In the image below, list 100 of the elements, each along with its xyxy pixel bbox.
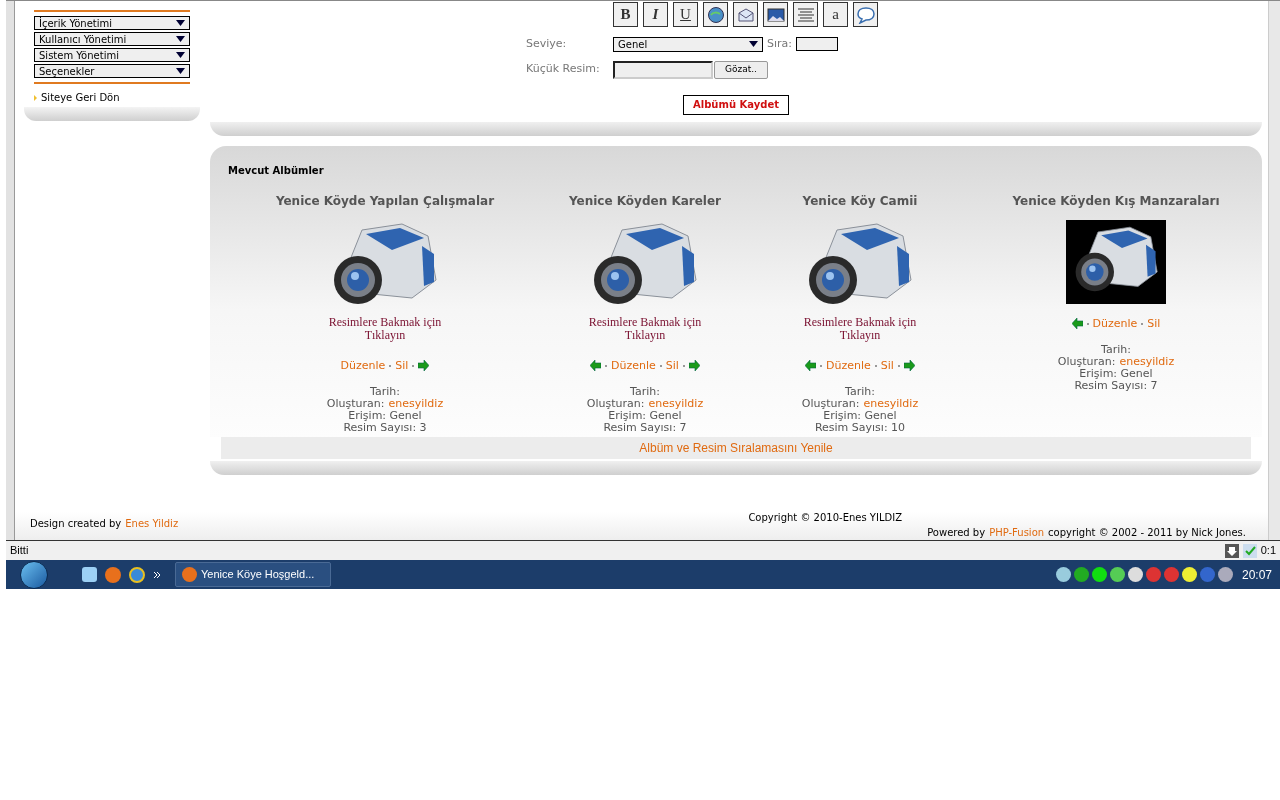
taskbar-window-button[interactable]: Yenice Köye Hoşgeld...	[175, 562, 331, 587]
edit-link[interactable]: Düzenle	[611, 357, 656, 374]
order-input[interactable]	[796, 37, 838, 52]
caret-icon	[749, 41, 758, 48]
envelope-icon	[736, 6, 755, 23]
menu-dropdown[interactable]: Kullanıcı Yönetimi	[34, 32, 190, 46]
access-text: Erişim: Genel	[823, 410, 897, 422]
date-label: Tarih:	[845, 386, 875, 398]
tray-icon[interactable]	[1181, 567, 1197, 582]
delete-link[interactable]: Sil	[665, 357, 679, 374]
author-label: Oluşturan:	[801, 398, 860, 410]
toolbar-button[interactable]	[763, 2, 788, 27]
browser-icon[interactable]	[105, 566, 121, 583]
left-arrow-icon[interactable]	[1071, 318, 1083, 330]
author-link[interactable]: enesyildiz	[388, 398, 444, 410]
left-arrow-icon[interactable]	[590, 360, 602, 372]
date-label: Tarih:	[1101, 344, 1131, 356]
globe-icon[interactable]	[129, 566, 145, 583]
date-label: Tarih:	[370, 386, 400, 398]
author-link[interactable]: enesyildiz	[1119, 356, 1175, 368]
access-text: Erişim: Genel	[608, 410, 682, 422]
view-pictures-link[interactable]: Resimlere Bakmak için Tıklayın	[800, 315, 920, 342]
author-label: Oluşturan:	[1057, 356, 1116, 368]
copyright-text: Copyright © 2010-Enes YILDIZ	[748, 511, 902, 525]
tray-icon[interactable]	[1127, 567, 1143, 582]
tray-icon[interactable]	[1073, 567, 1089, 582]
album-thumbnail[interactable]	[1066, 219, 1166, 304]
order-label: Sıra:	[767, 36, 792, 52]
format-button[interactable]: I	[643, 2, 668, 27]
level-label: Seviye:	[526, 36, 568, 52]
picture-icon	[766, 7, 785, 22]
access-text: Erişim: Genel	[348, 410, 422, 422]
browser-icon	[182, 567, 197, 582]
speech-bubble-icon	[855, 5, 876, 24]
edit-link[interactable]: Düzenle	[1092, 315, 1138, 332]
file-input[interactable]	[613, 60, 713, 79]
bullet-icon	[34, 94, 37, 101]
save-album-button[interactable]: Albümü Kaydet	[683, 94, 789, 115]
toolbar-button[interactable]	[703, 2, 728, 27]
panel-title: Mevcut Albümler	[228, 163, 325, 178]
picture-count: Resim Sayısı: 7	[603, 422, 687, 434]
level-select[interactable]: Genel	[613, 36, 763, 52]
author-label: Oluşturan:	[586, 398, 645, 410]
album-title: Yenice Köyden Kareler	[568, 192, 721, 210]
chevron-icon[interactable]	[153, 570, 161, 579]
thumbnail-label: Küçük Resim:	[526, 60, 601, 77]
browse-button[interactable]: Gözat..	[714, 60, 768, 79]
album-title: Yenice Köyden Kış Manzaraları	[1012, 192, 1220, 210]
tray-icon[interactable]	[1091, 567, 1107, 582]
taskbar-clock: 20:07	[1241, 566, 1272, 584]
right-arrow-icon[interactable]	[418, 360, 430, 372]
left-arrow-icon[interactable]	[805, 360, 817, 372]
powered-by-text: Powered by	[927, 526, 986, 540]
caret-icon	[176, 68, 185, 74]
start-button[interactable]	[20, 560, 48, 589]
menu-dropdown[interactable]: Seçenekler	[34, 64, 190, 78]
back-to-site-link[interactable]: Siteye Geri Dön	[41, 90, 120, 105]
album-title: Yenice Köyde Yapılan Çalışmalar	[275, 192, 495, 210]
picture-count: Resim Sayısı: 3	[343, 422, 427, 434]
view-pictures-link[interactable]: Resimlere Bakmak için Tıklayın	[325, 315, 445, 342]
author-link[interactable]: enesyildiz	[863, 398, 919, 410]
edit-link[interactable]: Düzenle	[340, 357, 386, 374]
tray-icon[interactable]	[1217, 567, 1233, 582]
toolbar-button[interactable]	[853, 2, 878, 27]
design-credit: Design created by	[30, 517, 122, 531]
picture-count: Resim Sayısı: 10	[814, 422, 906, 434]
right-arrow-icon[interactable]	[688, 360, 700, 372]
designer-link[interactable]: Enes Yildiz	[125, 516, 179, 531]
toolbar-button[interactable]	[793, 2, 818, 27]
refresh-order-link[interactable]: Albüm ve Resim Sıralamasını Yenile	[221, 437, 1251, 459]
picture-count: Resim Sayısı: 7	[1074, 380, 1158, 392]
delete-link[interactable]: Sil	[1147, 315, 1161, 332]
view-pictures-link[interactable]: Resimlere Bakmak için Tıklayın	[585, 315, 705, 342]
author-label: Oluşturan:	[326, 398, 385, 410]
menu-dropdown[interactable]: Sistem Yönetimi	[34, 48, 190, 62]
download-icon	[1224, 543, 1239, 558]
caret-icon	[176, 52, 185, 58]
access-text: Erişim: Genel	[1079, 368, 1153, 380]
delete-link[interactable]: Sil	[880, 357, 894, 374]
format-button[interactable]: a	[823, 2, 848, 27]
license-text: copyright © 2002 - 2011 by Nick Jones.	[1048, 526, 1246, 540]
author-link[interactable]: enesyildiz	[648, 398, 704, 410]
caret-icon	[176, 36, 185, 42]
format-button[interactable]: B	[613, 2, 638, 27]
delete-link[interactable]: Sil	[395, 357, 409, 374]
toolbar-button[interactable]	[733, 2, 758, 27]
tray-icon[interactable]	[1109, 567, 1125, 582]
menu-dropdown[interactable]: İçerik Yönetimi	[34, 16, 190, 30]
caret-icon	[176, 20, 185, 26]
format-button[interactable]: U	[673, 2, 698, 27]
tray-icon[interactable]	[1055, 567, 1071, 582]
date-label: Tarih:	[630, 386, 660, 398]
align-center-icon	[796, 7, 815, 22]
edit-link[interactable]: Düzenle	[826, 357, 871, 374]
status-text: Bitti	[10, 543, 29, 559]
right-arrow-icon[interactable]	[903, 360, 915, 372]
globe-icon	[706, 5, 725, 24]
php-fusion-link[interactable]: PHP-Fusion	[989, 525, 1045, 540]
album-title: Yenice Köy Camii	[802, 192, 918, 210]
status-clock: 0:1	[1260, 543, 1276, 559]
